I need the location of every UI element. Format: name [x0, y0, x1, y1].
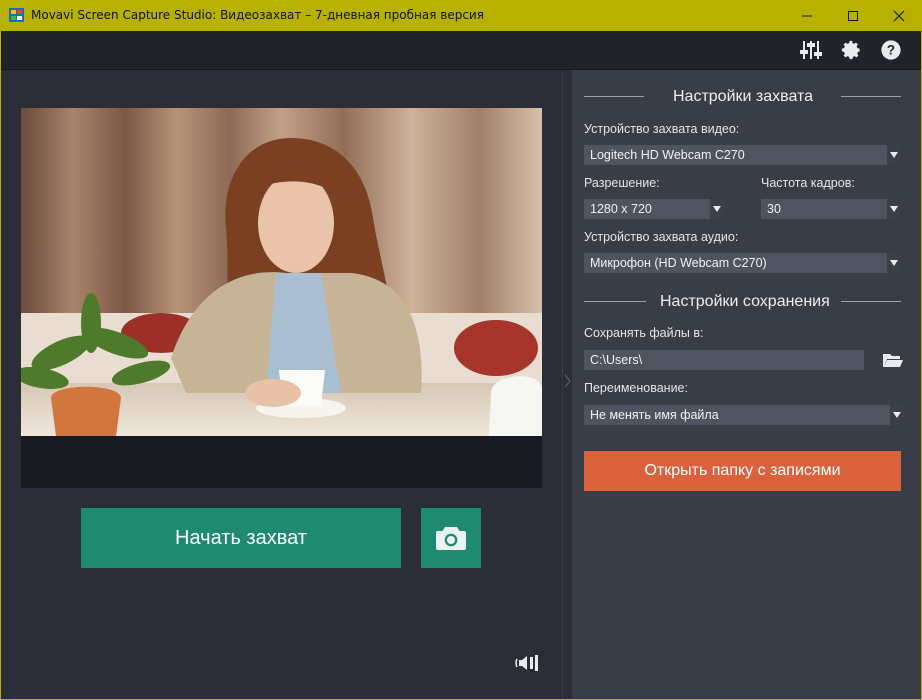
start-capture-button[interactable]: Начать захват	[81, 508, 401, 568]
gear-icon[interactable]	[839, 39, 863, 61]
webcam-preview-photo	[21, 108, 542, 436]
section-divider	[584, 301, 646, 302]
section-divider	[841, 96, 901, 97]
chevron-right-icon	[564, 374, 571, 388]
video-device-select[interactable]: Logitech HD Webcam C270	[584, 145, 901, 165]
resolution-label: Разрешение:	[584, 176, 660, 190]
maximize-button[interactable]	[830, 0, 876, 31]
rename-label: Переименование:	[584, 381, 688, 395]
video-device-label: Устройство захвата видео:	[584, 122, 740, 136]
camera-icon	[436, 527, 466, 550]
chevron-down-icon	[887, 199, 901, 219]
fps-value: 30	[767, 202, 781, 216]
chevron-down-icon	[887, 145, 901, 165]
snapshot-button[interactable]	[421, 508, 481, 568]
save-settings-title: Настройки сохранения	[660, 293, 830, 310]
panel-splitter[interactable]	[562, 70, 573, 699]
close-button[interactable]	[876, 0, 922, 31]
section-divider	[584, 96, 644, 97]
minimize-button[interactable]	[784, 0, 830, 31]
preview-panel: Начать захват	[1, 70, 562, 699]
top-toolbar: ?	[1, 31, 921, 70]
save-path-value: C:\Users\	[590, 353, 643, 367]
window-title: Movavi Screen Capture Studio: Видеозахва…	[31, 8, 484, 22]
save-to-label: Сохранять файлы в:	[584, 326, 704, 340]
folder-open-icon[interactable]	[882, 351, 904, 369]
minimize-icon	[802, 15, 812, 17]
chevron-down-icon	[890, 405, 904, 425]
chevron-down-icon	[887, 253, 901, 273]
rename-value: Не менять имя файла	[590, 408, 719, 422]
section-divider	[841, 301, 901, 302]
sliders-icon[interactable]	[799, 39, 823, 61]
chevron-down-icon	[710, 199, 724, 219]
video-device-value: Logitech HD Webcam C270	[590, 148, 745, 162]
open-recordings-folder-button[interactable]: Открыть папку с записями	[584, 451, 901, 491]
webcam-preview	[21, 108, 542, 488]
fps-label: Частота кадров:	[761, 176, 855, 190]
resolution-select[interactable]: 1280 x 720	[584, 199, 724, 219]
resolution-value: 1280 x 720	[590, 202, 652, 216]
title-bar: Movavi Screen Capture Studio: Видеозахва…	[0, 0, 922, 31]
audio-device-value: Микрофон (HD Webcam C270)	[590, 256, 767, 270]
audio-device-label: Устройство захвата аудио:	[584, 230, 739, 244]
audio-device-select[interactable]: Микрофон (HD Webcam C270)	[584, 253, 901, 273]
fps-select[interactable]: 30	[761, 199, 901, 219]
help-icon[interactable]: ?	[879, 39, 903, 61]
close-icon	[893, 10, 905, 22]
maximize-icon	[848, 11, 858, 21]
speaker-icon[interactable]	[515, 654, 539, 672]
settings-panel: Настройки захвата Устройство захвата вид…	[573, 70, 921, 699]
rename-select[interactable]: Не менять имя файла	[584, 405, 904, 425]
svg-text:?: ?	[887, 43, 895, 58]
capture-settings-title: Настройки захвата	[673, 88, 814, 105]
save-path-field[interactable]: C:\Users\	[584, 350, 864, 370]
app-logo-icon	[9, 8, 24, 22]
